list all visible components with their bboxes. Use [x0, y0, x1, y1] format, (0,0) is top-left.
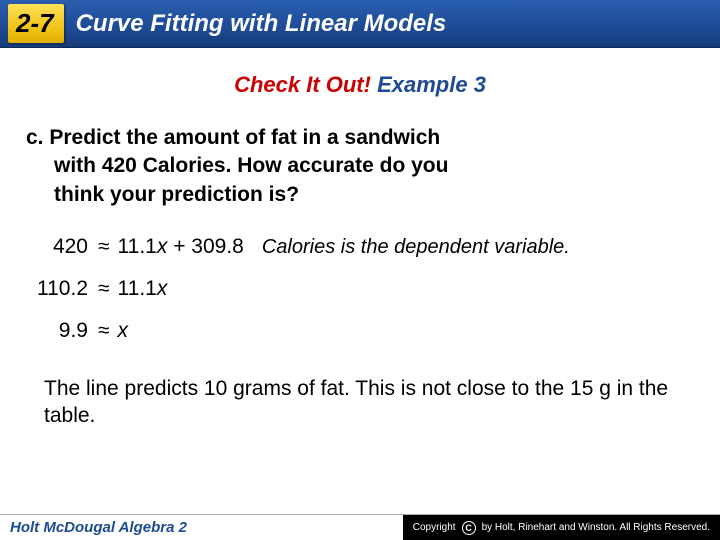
page-title: Curve Fitting with Linear Models: [76, 10, 447, 38]
approx-symbol: ≈: [94, 235, 114, 259]
approx-symbol: ≈: [94, 277, 114, 301]
copyright-label: Copyright: [413, 522, 456, 533]
variable-x: x: [118, 319, 129, 342]
equation-row-3: 9.9 ≈ x: [22, 319, 698, 343]
copyright-icon: C: [462, 521, 476, 535]
header-bar: 2-7 Curve Fitting with Linear Models: [0, 0, 720, 48]
prompt-label: c.: [26, 126, 44, 149]
copyright-text: by Holt, Rinehart and Winston. All Right…: [482, 522, 710, 533]
eq2-coeff: 11.1: [118, 277, 157, 300]
eq3-left: 9.9: [22, 319, 94, 343]
eq2-left: 110.2: [22, 277, 94, 301]
prompt-line2: with 420 Calories. How accurate do you: [26, 152, 698, 180]
slide-content: Check It Out! Example 3 c. Predict the a…: [0, 48, 720, 430]
check-red-text: Check It Out!: [234, 72, 371, 97]
variable-x: x: [157, 235, 168, 258]
eq2-right: 11.1x: [114, 277, 168, 301]
conclusion-text: The line predicts 10 grams of fat. This …: [22, 361, 698, 430]
eq1-coeff: 11.1: [118, 235, 157, 258]
check-blue-text: Example 3: [377, 72, 486, 97]
approx-symbol: ≈: [94, 319, 114, 343]
footer-textbook-name: Holt McDougal Algebra 2: [0, 519, 403, 536]
section-number-badge: 2-7: [8, 4, 64, 43]
variable-x: x: [157, 277, 168, 300]
dependent-variable-note: Calories is the dependent variable.: [262, 236, 570, 259]
equation-row-1: 420 ≈ 11.1x + 309.8 Calories is the depe…: [22, 235, 698, 259]
prompt-line3: think your prediction is?: [26, 181, 698, 209]
equation-row-2: 110.2 ≈ 11.1x: [22, 277, 698, 301]
footer: Holt McDougal Algebra 2 Copyright C by H…: [0, 514, 720, 540]
eq1-left: 420: [22, 235, 94, 259]
problem-prompt: c. Predict the amount of fat in a sandwi…: [22, 124, 698, 209]
eq1-const: + 309.8: [167, 235, 243, 258]
eq3-right: x: [114, 319, 129, 343]
prompt-line1: Predict the amount of fat in a sandwich: [49, 126, 440, 149]
footer-copyright: Copyright C by Holt, Rinehart and Winsto…: [403, 515, 720, 540]
check-it-out-heading: Check It Out! Example 3: [22, 72, 698, 98]
eq1-right: 11.1x + 309.8: [114, 235, 244, 259]
